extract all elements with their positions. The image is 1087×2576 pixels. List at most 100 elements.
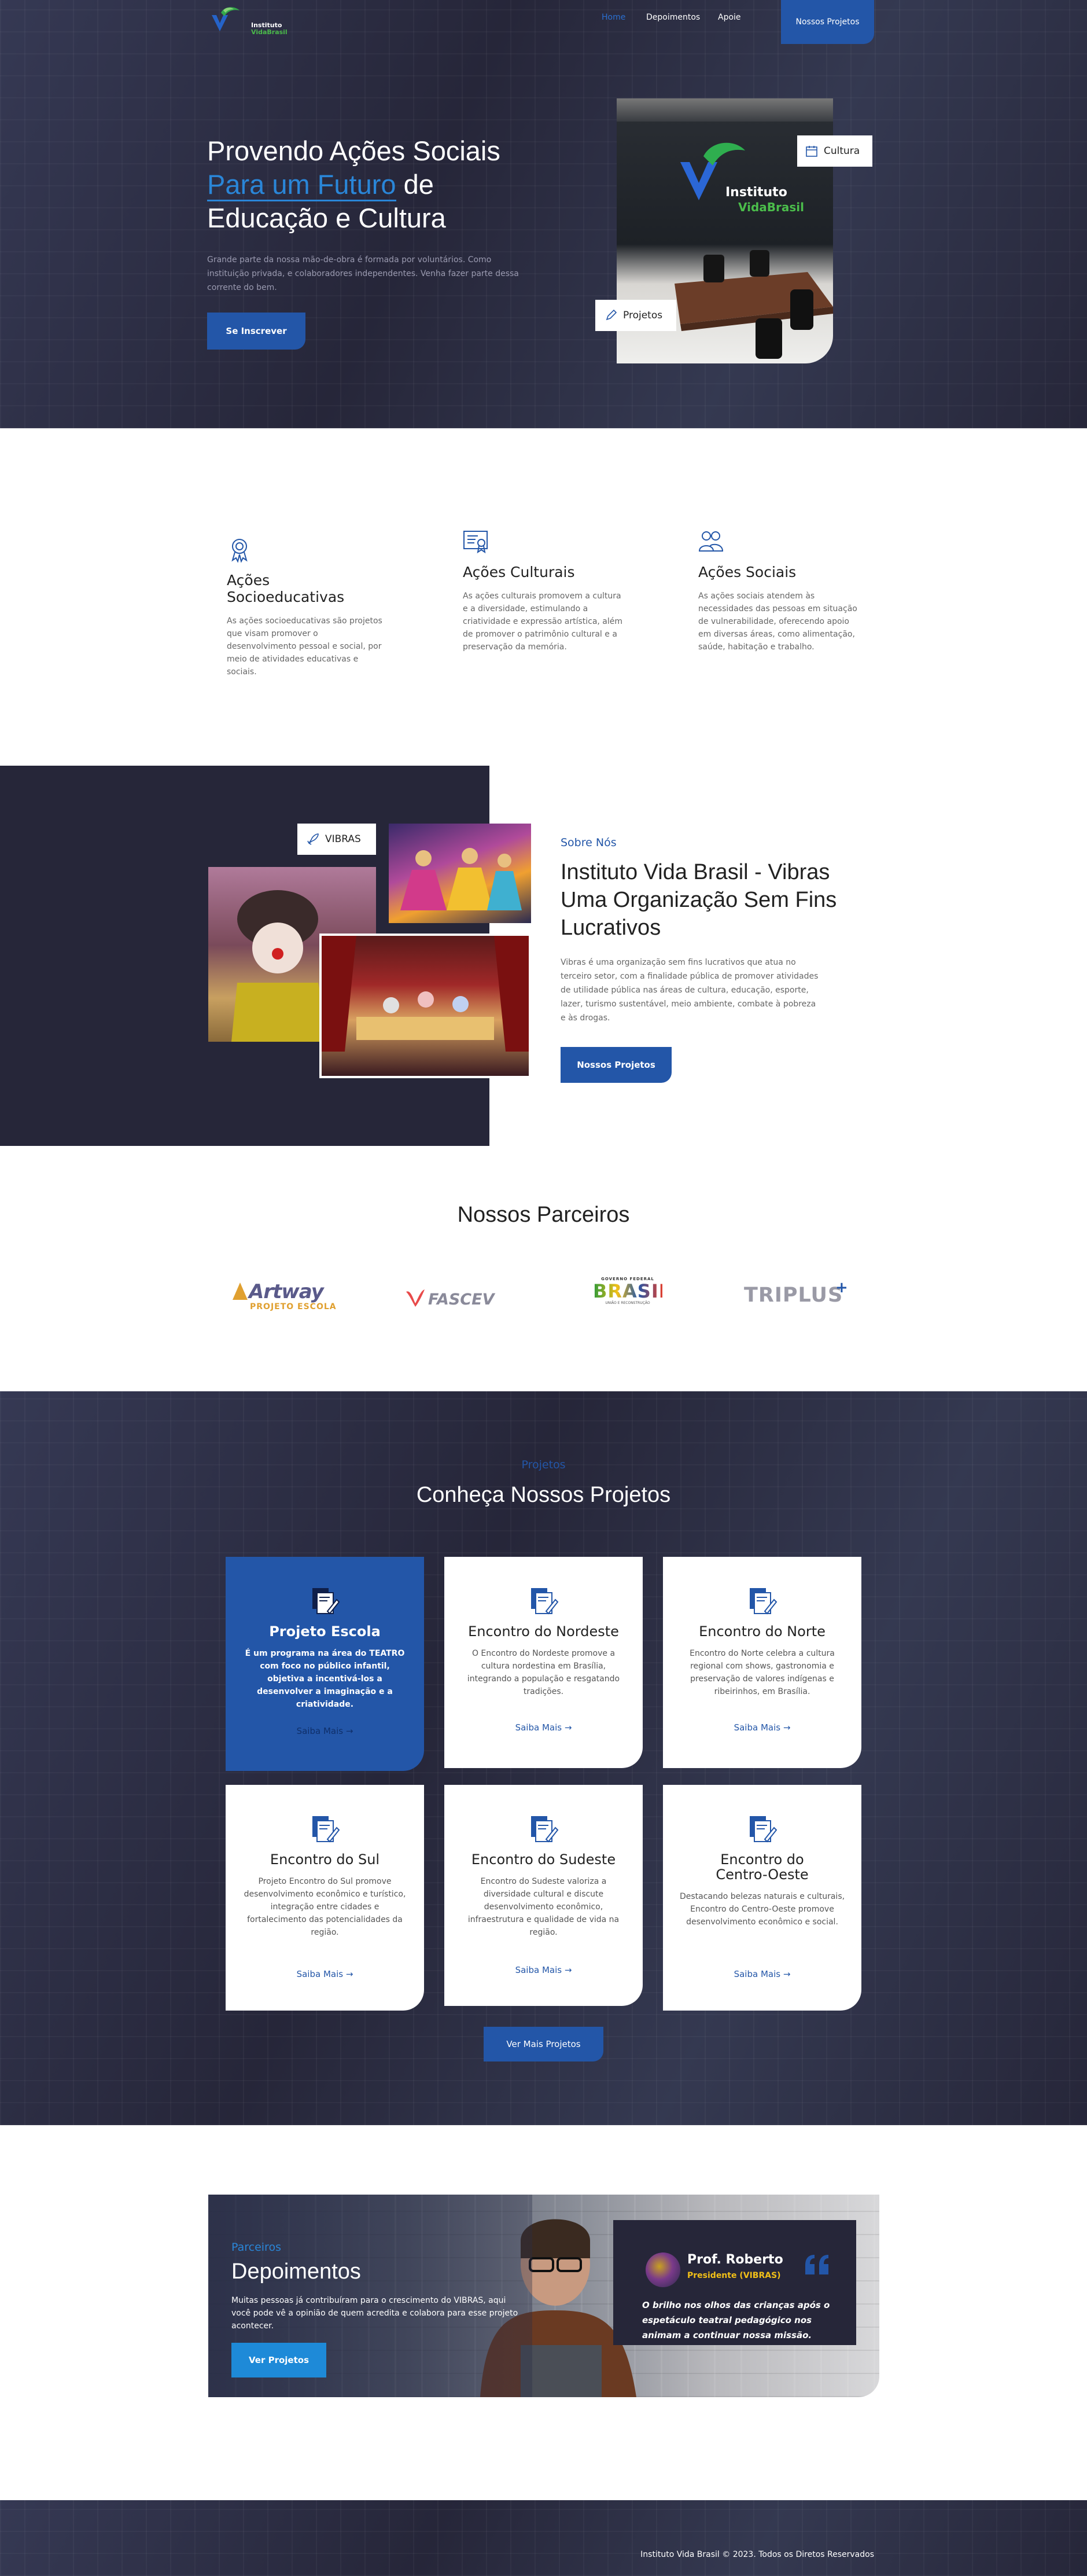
- features-section: Ações Socioeducativas As ações socioeduc…: [0, 428, 1087, 766]
- arrow-right-icon: →: [783, 1722, 791, 1733]
- arrow-right-icon: →: [345, 1726, 353, 1736]
- project-text: É um programa na área do TEATRO com foco…: [245, 1649, 405, 1709]
- arrow-right-icon: →: [345, 1969, 353, 1979]
- vibras-badge: VIBRAS: [297, 824, 376, 855]
- people-icon: [698, 531, 724, 552]
- project-doc-icon: [312, 1588, 340, 1615]
- arrow-right-icon: →: [783, 1969, 791, 1979]
- testimonial-card: Prof. Roberto Presidente (VIBRAS) O bril…: [613, 2220, 856, 2345]
- saiba-mais-link[interactable]: Saiba Mais →: [226, 1969, 424, 1979]
- project-title: Projeto Escola: [269, 1623, 381, 1640]
- logo-mark-icon: [212, 7, 239, 31]
- saiba-mais-label: Saiba Mais: [734, 1969, 781, 1979]
- about-section: VIBRAS Sobre Nós Instituto Vida Brasil -…: [0, 766, 1087, 1146]
- projects-badge-label: Projetos: [623, 310, 663, 321]
- logo-line2: VidaBrasil: [251, 28, 288, 36]
- rocket-icon: [307, 833, 319, 845]
- about-photo-dance: [389, 824, 531, 923]
- testimonials-text: Muitas pessoas já contribuíram para o cr…: [231, 2296, 518, 2331]
- hero-title-rest: de: [396, 169, 434, 200]
- hero-image-logo-line1: Instituto: [725, 185, 787, 200]
- about-photo-stage: [319, 934, 531, 1078]
- project-text: O Encontro do Nordeste promove a cultura…: [467, 1649, 620, 1696]
- testimonials-subtitle: Parceiros: [231, 2241, 281, 2254]
- project-title: Encontro do Sudeste: [471, 1851, 616, 1868]
- testimonial-quote: O brilho nos olhos das crianças após o e…: [642, 2300, 830, 2340]
- partner-logo-artway-line2: PROJETO ESCOLA: [250, 1302, 337, 1311]
- projects-title: Conheça Nossos Projetos: [416, 1483, 671, 1507]
- view-projects-button[interactable]: Ver Projetos: [231, 2343, 326, 2377]
- logo[interactable]: Instituto VidaBrasil: [208, 5, 288, 37]
- saiba-mais-label: Saiba Mais: [515, 1965, 562, 1975]
- project-title: Encontro do Nordeste: [468, 1623, 619, 1640]
- plus-icon: +: [835, 1279, 848, 1296]
- partner-logo-artway[interactable]: Artway PROJETO ESCOLA: [231, 1280, 347, 1315]
- feature-social: Ações Sociais As ações sociais atendem à…: [698, 529, 860, 653]
- project-doc-icon: [312, 1816, 340, 1843]
- project-card-norte[interactable]: Encontro do Norte Encontro do Norte cele…: [663, 1557, 861, 1768]
- award-icon: [231, 539, 248, 563]
- project-doc-icon: [749, 1816, 777, 1843]
- saiba-mais-link[interactable]: Saiba Mais →: [663, 1722, 861, 1733]
- feature-cultural: Ações Culturais As ações culturais promo…: [463, 529, 625, 653]
- project-card-sudeste[interactable]: Encontro do Sudeste Encontro do Sudeste …: [444, 1785, 643, 2006]
- project-card-sul[interactable]: Encontro do Sul Projeto Encontro do Sul …: [226, 1785, 424, 2011]
- hero-background: [0, 0, 1087, 428]
- header-projects-button[interactable]: Nossos Projetos: [781, 0, 874, 44]
- saiba-mais-link[interactable]: Saiba Mais →: [663, 1969, 861, 1979]
- footer-copyright: Instituto Vida Brasil © 2023. Todos os D…: [640, 2550, 874, 2559]
- projects-badge: Projetos: [595, 300, 676, 331]
- project-title: Encontro do Norte: [699, 1623, 826, 1640]
- testimonial-name: Prof. Roberto: [687, 2252, 783, 2267]
- partners-section: Nossos Parceiros Artway PROJETO ESCOLA F…: [0, 1146, 1087, 1391]
- culture-badge: Cultura: [797, 135, 872, 167]
- project-card-nordeste[interactable]: Encontro do Nordeste O Encontro do Norde…: [444, 1557, 643, 1768]
- hero-description: Grande parte da nossa mão-de-obra é form…: [207, 255, 519, 292]
- project-doc-icon: [749, 1588, 777, 1615]
- saiba-mais-link[interactable]: Saiba Mais →: [444, 1965, 643, 1975]
- feature-text: As ações culturais promovem a cultura e …: [463, 591, 623, 652]
- feature-text: As ações socioeducativas são projetos qu…: [227, 616, 382, 677]
- signup-button[interactable]: Se Inscrever: [207, 313, 305, 350]
- partner-logo-brasil[interactable]: GOVERNO FEDERAL BRASIL UNIÃO E RECONSTRU…: [593, 1277, 672, 1317]
- project-doc-icon: [530, 1588, 558, 1615]
- project-text: Encontro do Sudeste valoriza a diversida…: [467, 1877, 620, 1937]
- avatar: [646, 2252, 680, 2287]
- nav-depoimentos[interactable]: Depoimentos: [646, 13, 700, 22]
- feature-socioeducational: Ações Socioeducativas As ações socioeduc…: [227, 537, 389, 678]
- hero-title: Provendo Ações Sociais Para um Futuro de…: [207, 134, 531, 235]
- feature-text: As ações sociais atendem às necessidades…: [698, 591, 857, 652]
- partner-logo-triplus-text: TRIPLUS: [744, 1284, 843, 1307]
- nav-apoie[interactable]: Apoie: [718, 13, 741, 22]
- project-text: Projeto Encontro do Sul promove desenvol…: [244, 1877, 406, 1937]
- partner-logo-brasil-text: BRASIL: [593, 1280, 672, 1302]
- project-card-centro-oeste[interactable]: Encontro do Centro-Oeste Destacando bele…: [663, 1785, 861, 2011]
- partner-logo-fascev-text: FASCEV: [428, 1291, 495, 1309]
- partner-logo-fascev[interactable]: FASCEV: [405, 1285, 503, 1314]
- project-text: Encontro do Norte celebra a cultura regi…: [690, 1649, 835, 1696]
- saiba-mais-link[interactable]: Saiba Mais →: [444, 1722, 643, 1733]
- culture-badge-label: Cultura: [824, 145, 860, 157]
- footer-background: [0, 2500, 1087, 2576]
- project-title: Encontro do Sul: [270, 1851, 380, 1868]
- partner-logo-triplus[interactable]: TRIPLUS +: [744, 1279, 860, 1313]
- saiba-mais-link[interactable]: Saiba Mais →: [226, 1726, 424, 1736]
- partners-title: Nossos Parceiros: [457, 1203, 630, 1227]
- about-title: Instituto Vida Brasil - Vibras Uma Organ…: [561, 860, 837, 940]
- hero-title-line3: Educação e Cultura: [207, 203, 446, 233]
- arrow-right-icon: →: [564, 1965, 572, 1975]
- project-card-escola[interactable]: Projeto Escola É um programa na área do …: [226, 1557, 424, 1771]
- about-projects-button[interactable]: Nossos Projetos: [561, 1047, 672, 1083]
- quote-icon: [805, 2255, 828, 2274]
- projects-subtitle: Projetos: [521, 1458, 566, 1471]
- testimonial-role: Presidente (VIBRAS): [687, 2271, 781, 2280]
- project-text: Destacando belezas naturais e culturais,…: [679, 1892, 845, 1927]
- project-title: Encontro do Centro-Oeste: [716, 1851, 809, 1883]
- vibras-badge-label: VIBRAS: [325, 833, 361, 845]
- testimonials-banner: Parceiros Depoimentos Muitas pessoas já …: [208, 2195, 879, 2397]
- more-projects-button[interactable]: Ver Mais Projetos: [484, 2027, 603, 2061]
- calendar-icon: [806, 146, 817, 157]
- testimonials-title: Depoimentos: [231, 2259, 361, 2284]
- partner-logo-artway-line1: Artway: [249, 1280, 324, 1303]
- nav-home[interactable]: Home: [602, 13, 625, 22]
